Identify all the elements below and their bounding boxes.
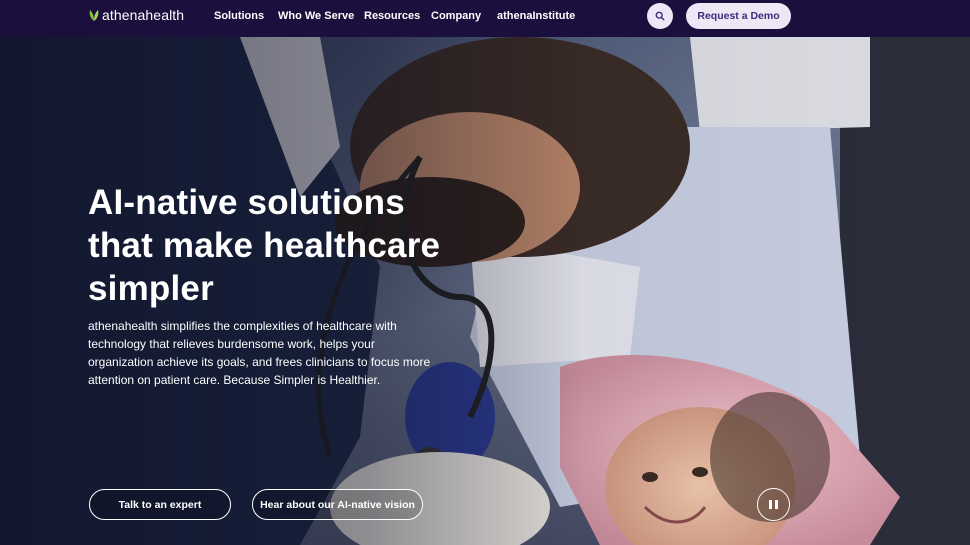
search-button[interactable] (647, 3, 673, 29)
nav-link-solutions[interactable]: Solutions (214, 10, 264, 22)
nav-link-resources[interactable]: Resources (364, 10, 420, 22)
hero-headline: AI-native solutions that make healthcare… (88, 183, 441, 308)
search-icon (655, 11, 665, 21)
nav-link-company[interactable]: Company (431, 10, 481, 22)
hero-section: AI-native solutions that make healthcare… (0, 37, 970, 545)
talk-to-expert-button[interactable]: Talk to an expert (89, 489, 231, 520)
pause-video-button[interactable] (757, 488, 790, 521)
ai-native-vision-button[interactable]: Hear about our AI-native vision (252, 489, 423, 520)
logo-text: athenahealth (102, 7, 185, 23)
request-demo-button[interactable]: Request a Demo (686, 3, 791, 29)
nav-link-who-we-serve[interactable]: Who We Serve (278, 10, 354, 22)
nav-link-athenainstitute[interactable]: athenaInstitute (497, 10, 575, 22)
hero-description: athenahealth simplifies the complexities… (88, 319, 431, 387)
leaf-icon (89, 10, 99, 21)
athenahealth-logo[interactable]: athenahealth (88, 6, 184, 24)
pause-icon (768, 500, 780, 509)
top-navbar: athenahealth Solutions Who We Serve Reso… (0, 0, 970, 37)
